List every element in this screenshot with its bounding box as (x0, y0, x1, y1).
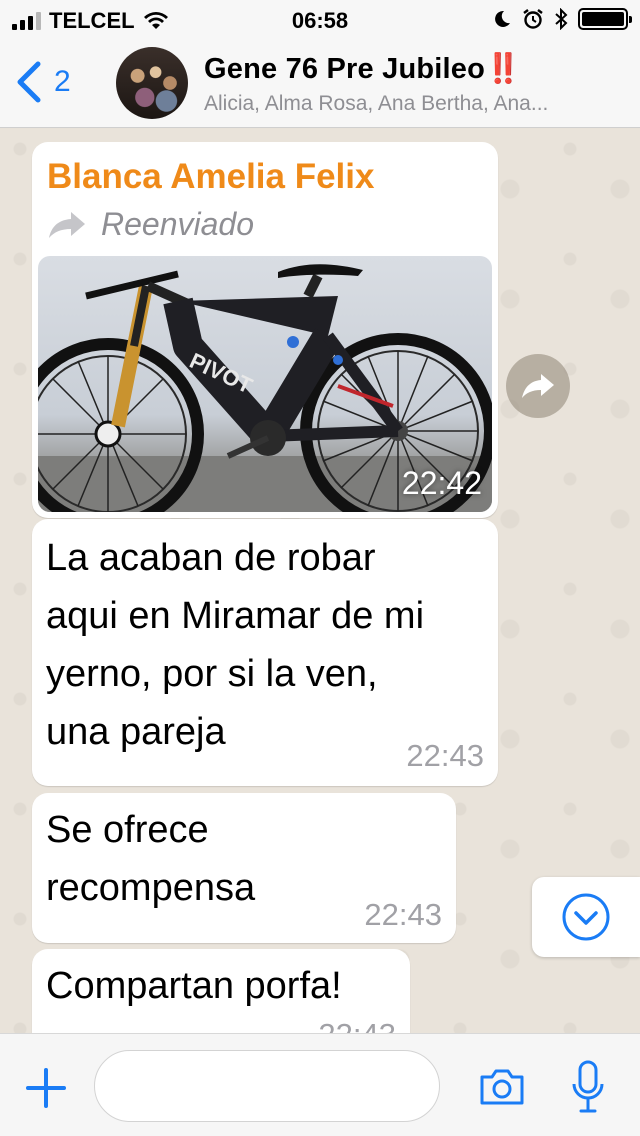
forwarded-text: Reenviado (101, 206, 254, 242)
chat-header: 2 Gene 76 Pre Jubileo‼️ Alicia, Alma Ros… (0, 40, 640, 128)
message-line: Se ofrece (46, 809, 209, 851)
camera-icon[interactable] (478, 1067, 526, 1107)
message-line: aqui en Miramar de mi (46, 595, 425, 637)
battery-icon (578, 8, 632, 30)
chat-area[interactable]: Blanca Amelia Felix Reenviado PIVOT 22:4… (0, 129, 640, 1033)
group-avatar[interactable] (116, 47, 188, 119)
plus-icon[interactable] (24, 1066, 68, 1110)
unread-count: 2 (54, 65, 71, 98)
message-text: Compartan porfa! (46, 957, 406, 1015)
status-right (492, 8, 632, 30)
bike-photo[interactable]: PIVOT 22:42 (38, 256, 492, 512)
message-line: recompensa (46, 867, 256, 909)
status-bar: TELCEL 06:58 (0, 0, 640, 40)
message-input[interactable] (94, 1050, 440, 1122)
group-members[interactable]: Alicia, Alma Rosa, Ana Bertha, Ana... (204, 92, 624, 116)
bluetooth-icon (555, 8, 568, 30)
group-title-text: Gene 76 Pre Jubileo (204, 53, 486, 85)
message-line: Compartan porfa! (46, 965, 342, 1007)
chevron-down-circle-icon (562, 893, 610, 941)
moon-icon (495, 10, 510, 27)
forward-arrow-icon (522, 374, 554, 398)
message-text: Se ofrece recompensa (46, 801, 346, 917)
microphone-icon[interactable] (572, 1060, 604, 1114)
message-line: yerno, por si la ven, (46, 653, 378, 695)
forwarded-icon (49, 211, 85, 238)
message-timestamp: 22:43 (318, 1017, 396, 1033)
double-exclamation-icon: ‼️ (485, 53, 522, 85)
photo-timestamp: 22:42 (401, 465, 482, 501)
scroll-to-bottom-button[interactable] (532, 877, 640, 957)
input-bar (0, 1033, 640, 1136)
forwarded-label: Reenviado (47, 206, 254, 243)
back-button[interactable]: 2 (14, 60, 71, 104)
message-timestamp: 22:43 (406, 738, 484, 773)
message-line: La acaban de robar (46, 537, 376, 579)
alarm-icon (523, 9, 543, 29)
sender-name[interactable]: Blanca Amelia Felix (47, 157, 374, 197)
message-bubble[interactable]: La acaban de robar aqui en Miramar de mi… (32, 519, 498, 786)
chevron-left-icon (17, 61, 41, 103)
message-bubble[interactable]: Compartan porfa! 22:43 (32, 949, 410, 1033)
message-bubble-photo[interactable]: Blanca Amelia Felix Reenviado PIVOT 22:4… (32, 142, 498, 518)
group-title[interactable]: Gene 76 Pre Jubileo‼️ (204, 52, 521, 86)
message-text: La acaban de robar aqui en Miramar de mi… (46, 529, 496, 761)
message-timestamp: 22:43 (364, 897, 442, 932)
forward-button[interactable] (506, 354, 570, 418)
message-bubble[interactable]: Se ofrece recompensa 22:43 (32, 793, 456, 943)
